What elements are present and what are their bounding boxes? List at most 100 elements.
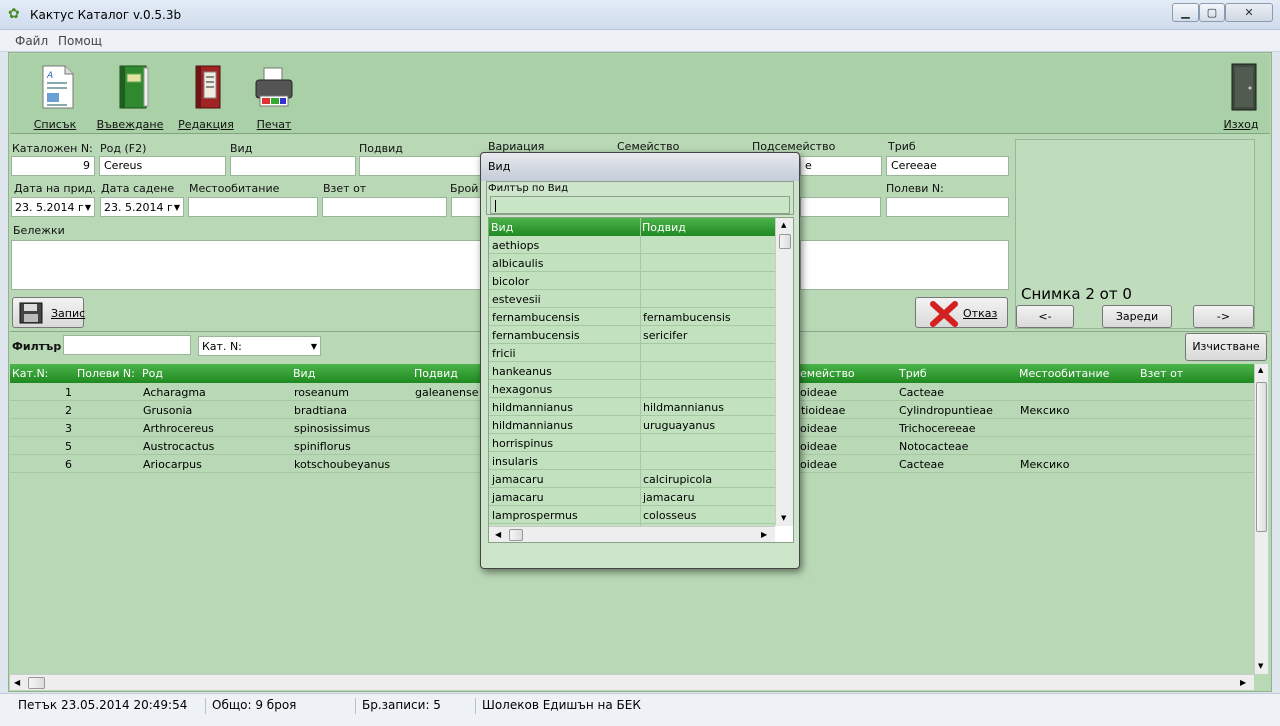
scroll-thumb[interactable] bbox=[28, 677, 45, 689]
popup-filter-input[interactable] bbox=[490, 196, 790, 214]
col-header-cat-no[interactable]: Кат.N: bbox=[12, 367, 48, 380]
list-button[interactable]: A Списък bbox=[19, 58, 91, 132]
notes-field-right[interactable] bbox=[800, 240, 1009, 290]
list-item[interactable]: jamacaru calcirupicola bbox=[489, 470, 775, 488]
genus-field[interactable]: Cereus bbox=[99, 156, 226, 176]
close-button[interactable]: ✕ bbox=[1225, 3, 1273, 22]
filter-label: Филтър bbox=[12, 340, 62, 353]
subspecies-field[interactable] bbox=[359, 156, 481, 176]
floppy-disk-icon bbox=[19, 302, 43, 324]
species-cell: jamacaru bbox=[492, 491, 544, 504]
edit-button[interactable]: Редакция bbox=[170, 58, 242, 132]
list-item[interactable]: fernambucensis sericifer bbox=[489, 326, 775, 344]
species-cell: aethiops bbox=[492, 239, 540, 252]
subspecies-cell: fernambucensis bbox=[643, 311, 731, 324]
subfamily-field[interactable]: e bbox=[800, 156, 882, 176]
filter-group: Филтър по Вид bbox=[486, 181, 794, 215]
scroll-right-icon[interactable]: ▶ bbox=[1240, 678, 1246, 687]
col-header-habitat[interactable]: Местообитание bbox=[1019, 367, 1109, 380]
chevron-down-icon[interactable]: ▼ bbox=[85, 203, 91, 212]
count-field[interactable] bbox=[451, 197, 481, 217]
status-bar: Петък 23.05.2014 20:49:54 Общо: 9 броя Б… bbox=[0, 693, 1280, 726]
maximize-button[interactable]: ▢ bbox=[1199, 3, 1225, 22]
col-header-species[interactable]: Вид bbox=[293, 367, 315, 380]
clear-filter-button[interactable]: Изчистване bbox=[1185, 333, 1267, 361]
dialog-title-bar[interactable]: Вид bbox=[481, 153, 799, 181]
date-acquired-label: Дата на прид. bbox=[14, 182, 96, 195]
scroll-left-icon[interactable]: ◀ bbox=[495, 530, 501, 539]
menu-file[interactable]: Файл bbox=[15, 34, 48, 48]
cell-species: bradtiana bbox=[294, 404, 348, 417]
load-photo-button[interactable]: Зареди bbox=[1102, 305, 1172, 328]
entry-button[interactable]: Въвеждане bbox=[94, 58, 166, 132]
filter-field-select[interactable]: Кат. N: ▼ bbox=[198, 336, 321, 356]
list-item[interactable]: aethiops bbox=[489, 236, 775, 254]
col-header-species[interactable]: Вид bbox=[491, 221, 513, 234]
scroll-thumb[interactable] bbox=[509, 529, 523, 541]
next-photo-button[interactable]: -> bbox=[1193, 305, 1254, 328]
menu-help[interactable]: Помощ bbox=[58, 34, 102, 48]
right-field-partial[interactable] bbox=[800, 197, 881, 217]
tribe-field[interactable]: Cereeae bbox=[886, 156, 1009, 176]
col-header-subspecies[interactable]: Подвид bbox=[642, 221, 686, 234]
grid-vertical-scrollbar[interactable]: ▲ ▼ bbox=[1254, 364, 1268, 674]
grid-horizontal-scrollbar[interactable]: ◀ ▶ bbox=[10, 674, 1254, 690]
exit-label: Изход bbox=[1223, 118, 1259, 131]
cell-species: kotschoubeyanus bbox=[294, 458, 391, 471]
subspecies-cell: calcirupicola bbox=[643, 473, 713, 486]
species-label: Вид bbox=[230, 142, 253, 155]
species-cell: fricii bbox=[492, 347, 516, 360]
list-item[interactable]: horrispinus bbox=[489, 434, 775, 452]
catalog-no-field[interactable]: 9 bbox=[11, 156, 95, 176]
scroll-down-icon[interactable]: ▼ bbox=[1258, 662, 1263, 670]
filter-input[interactable] bbox=[63, 335, 191, 355]
minimize-button[interactable]: ▁ bbox=[1172, 3, 1199, 22]
chevron-down-icon[interactable]: ▼ bbox=[174, 203, 180, 212]
date-planted-picker[interactable]: 23. 5.2014 г ▼ bbox=[100, 197, 184, 217]
exit-button[interactable]: Изход bbox=[1206, 58, 1276, 132]
print-button[interactable]: Печат bbox=[238, 58, 310, 132]
list-item[interactable]: bicolor bbox=[489, 272, 775, 290]
list-item[interactable]: fernambucensis fernambucensis bbox=[489, 308, 775, 326]
list-item[interactable]: albicaulis bbox=[489, 254, 775, 272]
scroll-thumb[interactable] bbox=[779, 234, 791, 249]
list-item[interactable]: lamprospermus colosseus bbox=[489, 506, 775, 524]
cell-cat-no: 5 bbox=[65, 440, 72, 453]
col-header-subspecies[interactable]: Подвид bbox=[414, 367, 458, 380]
list-item[interactable]: estevesii bbox=[489, 290, 775, 308]
list-item[interactable]: hildmannianus hildmannianus bbox=[489, 398, 775, 416]
list-item[interactable]: fricii bbox=[489, 344, 775, 362]
col-header-genus[interactable]: Род bbox=[142, 367, 163, 380]
date-acquired-picker[interactable]: 23. 5.2014 г ▼ bbox=[11, 197, 95, 217]
red-book-icon bbox=[195, 65, 221, 109]
notes-field[interactable] bbox=[11, 240, 481, 290]
toolbar: A Списък Въвеждане Редакция Печат Изход bbox=[10, 54, 1270, 134]
col-header-field-no[interactable]: Полеви N: bbox=[77, 367, 135, 380]
taken-from-field[interactable] bbox=[322, 197, 447, 217]
list-item[interactable]: insularis bbox=[489, 452, 775, 470]
species-field[interactable] bbox=[230, 156, 356, 176]
col-header-tribe[interactable]: Триб bbox=[899, 367, 927, 380]
list-item[interactable]: jamacaru jamacaru bbox=[489, 488, 775, 506]
scroll-thumb[interactable] bbox=[1256, 382, 1267, 532]
list-vertical-scrollbar[interactable]: ▲ ▼ bbox=[775, 218, 793, 526]
list-label: Списък bbox=[33, 118, 77, 131]
col-header-taken-from[interactable]: Взет от bbox=[1140, 367, 1183, 380]
field-no-field[interactable] bbox=[886, 197, 1009, 217]
scroll-right-icon[interactable]: ▶ bbox=[761, 530, 767, 539]
list-horizontal-scrollbar[interactable]: ◀ ▶ bbox=[489, 526, 775, 542]
list-item[interactable]: hexagonus bbox=[489, 380, 775, 398]
cancel-button[interactable]: Отказ bbox=[915, 297, 1008, 328]
scroll-up-icon[interactable]: ▲ bbox=[1258, 366, 1263, 374]
species-cell: lamprospermus bbox=[492, 509, 578, 522]
save-button[interactable]: Запис bbox=[12, 297, 85, 328]
habitat-field[interactable] bbox=[188, 197, 318, 217]
cell-family: oideae bbox=[800, 386, 838, 399]
col-header-family[interactable]: емейство bbox=[800, 367, 855, 380]
scroll-left-icon[interactable]: ◀ bbox=[14, 678, 20, 687]
scroll-down-icon[interactable]: ▼ bbox=[781, 514, 786, 522]
list-item[interactable]: hildmannianus uruguayanus bbox=[489, 416, 775, 434]
scroll-up-icon[interactable]: ▲ bbox=[781, 221, 786, 229]
list-item[interactable]: hankeanus bbox=[489, 362, 775, 380]
prev-photo-button[interactable]: <- bbox=[1016, 305, 1074, 328]
